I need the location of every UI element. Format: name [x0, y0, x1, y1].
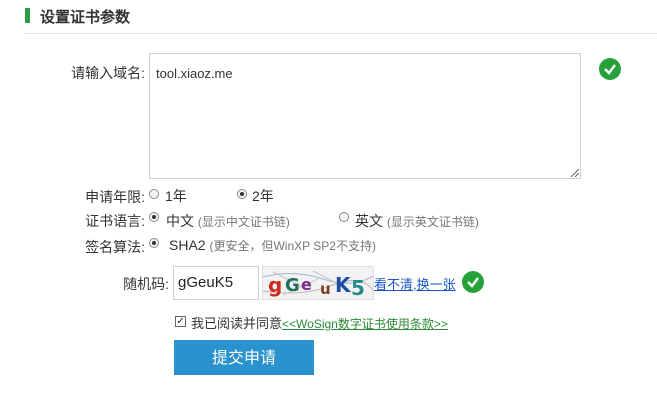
svg-text:e: e [301, 275, 312, 294]
svg-text:G: G [285, 275, 300, 296]
year-1-label: 1年 [165, 188, 187, 204]
agreement-text: 我已阅读并同意<<WoSign数字证书使用条款>> [191, 316, 448, 331]
domain-label: 请输入域名: [71, 65, 145, 81]
language-english-radio[interactable] [339, 212, 349, 222]
algorithm-option: SHA2 (更安全，但WinXP SP2不支持) [169, 237, 376, 253]
svg-text:5: 5 [351, 276, 365, 300]
svg-text:u: u [320, 280, 331, 298]
year-1-radio[interactable] [149, 189, 159, 199]
year-2-label: 2年 [252, 188, 274, 204]
language-chinese-hint: (显示中文证书链) [197, 215, 290, 229]
language-english-option: 英文 (显示英文证书链) [355, 213, 479, 229]
year-2-radio[interactable] [237, 189, 247, 199]
algorithm-hint: (更安全，但WinXP SP2不支持) [209, 239, 376, 253]
submit-button[interactable]: 提交申请 [174, 340, 314, 375]
section-title: 设置证书参数 [40, 9, 131, 26]
resize-grip-icon[interactable] [569, 167, 579, 177]
captcha-input[interactable]: gGeuK5 [173, 266, 259, 300]
captcha-valid-icon [462, 271, 484, 293]
years-label: 申请年限: [85, 189, 145, 205]
language-label: 证书语言: [85, 213, 145, 229]
section-accent-bar [25, 8, 30, 23]
algorithm-label: 签名算法: [85, 239, 145, 255]
captcha-image[interactable]: g G e u K 5 [262, 266, 374, 300]
language-english-hint: (显示英文证书链) [386, 215, 479, 229]
domain-input[interactable]: tool.xiaoz.me [149, 53, 581, 179]
captcha-refresh-link[interactable]: 看不清,换一张 [374, 274, 456, 293]
terms-link[interactable]: <<WoSign数字证书使用条款>> [282, 317, 448, 331]
captcha-label: 随机码: [123, 276, 169, 292]
section-header: 设置证书参数 [25, 0, 657, 34]
svg-text:K: K [335, 273, 352, 297]
domain-valid-icon [599, 58, 621, 80]
language-chinese-option: 中文 (显示中文证书链) [166, 213, 290, 229]
language-chinese-radio[interactable] [149, 212, 159, 222]
domain-value: tool.xiaoz.me [156, 66, 233, 81]
svg-text:g: g [268, 273, 282, 297]
agreement-checkbox[interactable]: ✓ [175, 316, 186, 327]
algorithm-sha2-radio[interactable] [149, 238, 159, 248]
